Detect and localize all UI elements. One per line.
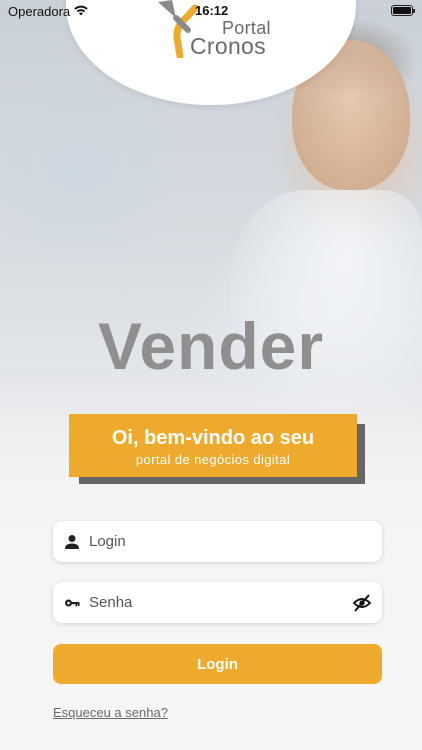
logo-text-cronos: Cronos xyxy=(190,33,266,59)
password-field[interactable] xyxy=(53,582,382,623)
status-time: 16:12 xyxy=(195,3,229,18)
banner-subtitle: portal de negócios digital xyxy=(135,452,291,467)
banner-title: Oi, bem-vindo ao seu xyxy=(111,427,315,449)
eye-slash-icon[interactable] xyxy=(352,593,372,613)
login-field[interactable] xyxy=(53,521,382,562)
hero-word: Vender xyxy=(97,309,325,383)
user-icon xyxy=(65,535,79,549)
password-input[interactable] xyxy=(89,582,349,623)
wifi-icon xyxy=(74,5,88,16)
welcome-banner: Oi, bem-vindo ao seu portal de negócios … xyxy=(69,414,357,477)
key-icon xyxy=(65,599,80,607)
battery-icon xyxy=(391,5,415,16)
login-input[interactable] xyxy=(89,521,349,562)
login-button[interactable]: Login xyxy=(53,644,382,684)
forgot-password-link[interactable]: Esqueceu a senha? xyxy=(53,705,168,720)
status-bar: Operadora 16:12 xyxy=(0,0,422,22)
carrier-label: Operadora xyxy=(8,4,71,19)
